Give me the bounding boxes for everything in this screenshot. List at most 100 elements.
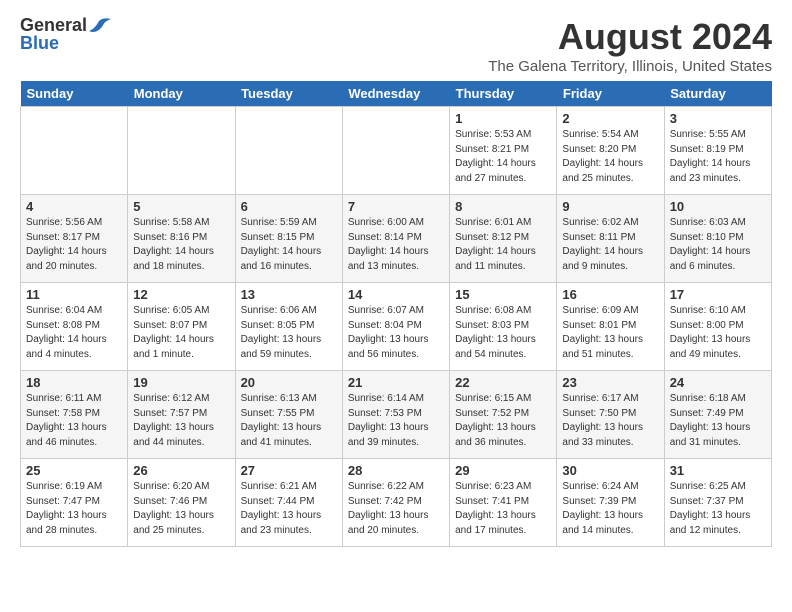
calendar-row: 25Sunrise: 6:19 AM Sunset: 7:47 PM Dayli… [21, 459, 772, 547]
day-number: 6 [241, 199, 337, 214]
day-info: Sunrise: 5:59 AM Sunset: 8:15 PM Dayligh… [241, 216, 337, 274]
day-number: 27 [241, 463, 337, 478]
calendar-cell: 3 Sunrise: 5:55 AM Sunset: 8:19 PM Daylig… [664, 107, 771, 195]
logo-blue-text: Blue [20, 34, 59, 52]
header: General Blue August 2024 The Galena Terr… [20, 16, 772, 75]
calendar-cell: 7 Sunrise: 6:00 AM Sunset: 8:14 PM Daylig… [342, 195, 449, 283]
day-info: Sunrise: 6:11 AM Sunset: 7:58 PM Dayligh… [26, 392, 122, 450]
calendar-cell: 14Sunrise: 6:07 AM Sunset: 8:04 PM Dayli… [342, 283, 449, 371]
calendar-row: 1 Sunrise: 5:53 AM Sunset: 8:21 PM Daylig… [21, 107, 772, 195]
day-number: 13 [241, 287, 337, 302]
calendar-cell: 5 Sunrise: 5:58 AM Sunset: 8:16 PM Daylig… [128, 195, 235, 283]
day-number: 24 [670, 375, 766, 390]
day-number: 20 [241, 375, 337, 390]
calendar-cell: 9Sunrise: 6:02 AM Sunset: 8:11 PM Daylig… [557, 195, 664, 283]
calendar-cell: 23 Sunrise: 6:17 AM Sunset: 7:50 PM Dayli… [557, 371, 664, 459]
day-info: Sunrise: 6:09 AM Sunset: 8:01 PM Dayligh… [562, 304, 658, 362]
weekday-header-friday: Friday [557, 81, 664, 107]
calendar-cell: 13 Sunrise: 6:06 AM Sunset: 8:05 PM Dayli… [235, 283, 342, 371]
weekday-header-tuesday: Tuesday [235, 81, 342, 107]
day-info: Sunrise: 6:24 AM Sunset: 7:39 PM Dayligh… [562, 480, 658, 538]
calendar-row: 18 Sunrise: 6:11 AM Sunset: 7:58 PM Dayli… [21, 371, 772, 459]
day-info: Sunrise: 6:20 AM Sunset: 7:46 PM Dayligh… [133, 480, 229, 538]
weekday-header-sunday: Sunday [21, 81, 128, 107]
day-info: Sunrise: 6:17 AM Sunset: 7:50 PM Dayligh… [562, 392, 658, 450]
month-title: August 2024 [488, 16, 772, 58]
calendar-cell [235, 107, 342, 195]
weekday-header-row: SundayMondayTuesdayWednesdayThursdayFrid… [21, 81, 772, 107]
calendar-row: 4Sunrise: 5:56 AM Sunset: 8:17 PM Daylig… [21, 195, 772, 283]
calendar-cell: 28 Sunrise: 6:22 AM Sunset: 7:42 PM Dayli… [342, 459, 449, 547]
day-number: 18 [26, 375, 122, 390]
day-info: Sunrise: 6:08 AM Sunset: 8:03 PM Dayligh… [455, 304, 551, 362]
day-number: 22 [455, 375, 551, 390]
day-info: Sunrise: 6:01 AM Sunset: 8:12 PM Dayligh… [455, 216, 551, 274]
calendar-cell: 19Sunrise: 6:12 AM Sunset: 7:57 PM Dayli… [128, 371, 235, 459]
day-number: 10 [670, 199, 766, 214]
calendar-cell: 2 Sunrise: 5:54 AM Sunset: 8:20 PM Daylig… [557, 107, 664, 195]
day-info: Sunrise: 6:10 AM Sunset: 8:00 PM Dayligh… [670, 304, 766, 362]
day-info: Sunrise: 6:15 AM Sunset: 7:52 PM Dayligh… [455, 392, 551, 450]
day-number: 17 [670, 287, 766, 302]
calendar-table: SundayMondayTuesdayWednesdayThursdayFrid… [20, 81, 772, 547]
day-number: 1 [455, 111, 551, 126]
calendar-cell: 6 Sunrise: 5:59 AM Sunset: 8:15 PM Daylig… [235, 195, 342, 283]
day-info: Sunrise: 6:00 AM Sunset: 8:14 PM Dayligh… [348, 216, 444, 274]
calendar-cell [21, 107, 128, 195]
calendar-cell: 11 Sunrise: 6:04 AM Sunset: 8:08 PM Dayli… [21, 283, 128, 371]
calendar-cell: 18 Sunrise: 6:11 AM Sunset: 7:58 PM Dayli… [21, 371, 128, 459]
calendar-cell: 24 Sunrise: 6:18 AM Sunset: 7:49 PM Dayli… [664, 371, 771, 459]
logo-general-text: General [20, 16, 87, 34]
calendar-cell: 21 Sunrise: 6:14 AM Sunset: 7:53 PM Dayli… [342, 371, 449, 459]
day-number: 28 [348, 463, 444, 478]
day-info: Sunrise: 6:03 AM Sunset: 8:10 PM Dayligh… [670, 216, 766, 274]
day-number: 3 [670, 111, 766, 126]
day-info: Sunrise: 5:56 AM Sunset: 8:17 PM Dayligh… [26, 216, 122, 274]
calendar-cell: 1 Sunrise: 5:53 AM Sunset: 8:21 PM Daylig… [450, 107, 557, 195]
day-number: 16 [562, 287, 658, 302]
calendar-row: 11 Sunrise: 6:04 AM Sunset: 8:08 PM Dayli… [21, 283, 772, 371]
calendar-cell: 30Sunrise: 6:24 AM Sunset: 7:39 PM Dayli… [557, 459, 664, 547]
day-info: Sunrise: 5:55 AM Sunset: 8:19 PM Dayligh… [670, 128, 766, 186]
day-number: 5 [133, 199, 229, 214]
day-number: 21 [348, 375, 444, 390]
day-info: Sunrise: 6:18 AM Sunset: 7:49 PM Dayligh… [670, 392, 766, 450]
day-info: Sunrise: 6:21 AM Sunset: 7:44 PM Dayligh… [241, 480, 337, 538]
day-number: 31 [670, 463, 766, 478]
logo: General Blue [20, 16, 111, 52]
calendar-cell: 29 Sunrise: 6:23 AM Sunset: 7:41 PM Dayli… [450, 459, 557, 547]
day-info: Sunrise: 6:23 AM Sunset: 7:41 PM Dayligh… [455, 480, 551, 538]
calendar-cell: 26Sunrise: 6:20 AM Sunset: 7:46 PM Dayli… [128, 459, 235, 547]
calendar-cell: 8 Sunrise: 6:01 AM Sunset: 8:12 PM Daylig… [450, 195, 557, 283]
day-info: Sunrise: 5:54 AM Sunset: 8:20 PM Dayligh… [562, 128, 658, 186]
day-number: 2 [562, 111, 658, 126]
day-number: 7 [348, 199, 444, 214]
day-number: 8 [455, 199, 551, 214]
day-info: Sunrise: 5:58 AM Sunset: 8:16 PM Dayligh… [133, 216, 229, 274]
day-info: Sunrise: 6:14 AM Sunset: 7:53 PM Dayligh… [348, 392, 444, 450]
day-number: 19 [133, 375, 229, 390]
day-info: Sunrise: 6:22 AM Sunset: 7:42 PM Dayligh… [348, 480, 444, 538]
day-info: Sunrise: 6:25 AM Sunset: 7:37 PM Dayligh… [670, 480, 766, 538]
day-info: Sunrise: 6:07 AM Sunset: 8:04 PM Dayligh… [348, 304, 444, 362]
day-number: 9 [562, 199, 658, 214]
calendar-cell: 22 Sunrise: 6:15 AM Sunset: 7:52 PM Dayli… [450, 371, 557, 459]
calendar-cell: 27 Sunrise: 6:21 AM Sunset: 7:44 PM Dayli… [235, 459, 342, 547]
day-number: 29 [455, 463, 551, 478]
weekday-header-wednesday: Wednesday [342, 81, 449, 107]
calendar-cell [342, 107, 449, 195]
day-info: Sunrise: 6:04 AM Sunset: 8:08 PM Dayligh… [26, 304, 122, 362]
calendar-cell: 17 Sunrise: 6:10 AM Sunset: 8:00 PM Dayli… [664, 283, 771, 371]
calendar-cell: 20Sunrise: 6:13 AM Sunset: 7:55 PM Dayli… [235, 371, 342, 459]
day-info: Sunrise: 5:53 AM Sunset: 8:21 PM Dayligh… [455, 128, 551, 186]
weekday-header-monday: Monday [128, 81, 235, 107]
weekday-header-saturday: Saturday [664, 81, 771, 107]
day-info: Sunrise: 6:06 AM Sunset: 8:05 PM Dayligh… [241, 304, 337, 362]
calendar-cell: 25Sunrise: 6:19 AM Sunset: 7:47 PM Dayli… [21, 459, 128, 547]
logo-bird-icon [89, 17, 111, 33]
weekday-header-thursday: Thursday [450, 81, 557, 107]
day-number: 11 [26, 287, 122, 302]
calendar-cell: 31 Sunrise: 6:25 AM Sunset: 7:37 PM Dayli… [664, 459, 771, 547]
calendar-cell [128, 107, 235, 195]
day-number: 23 [562, 375, 658, 390]
